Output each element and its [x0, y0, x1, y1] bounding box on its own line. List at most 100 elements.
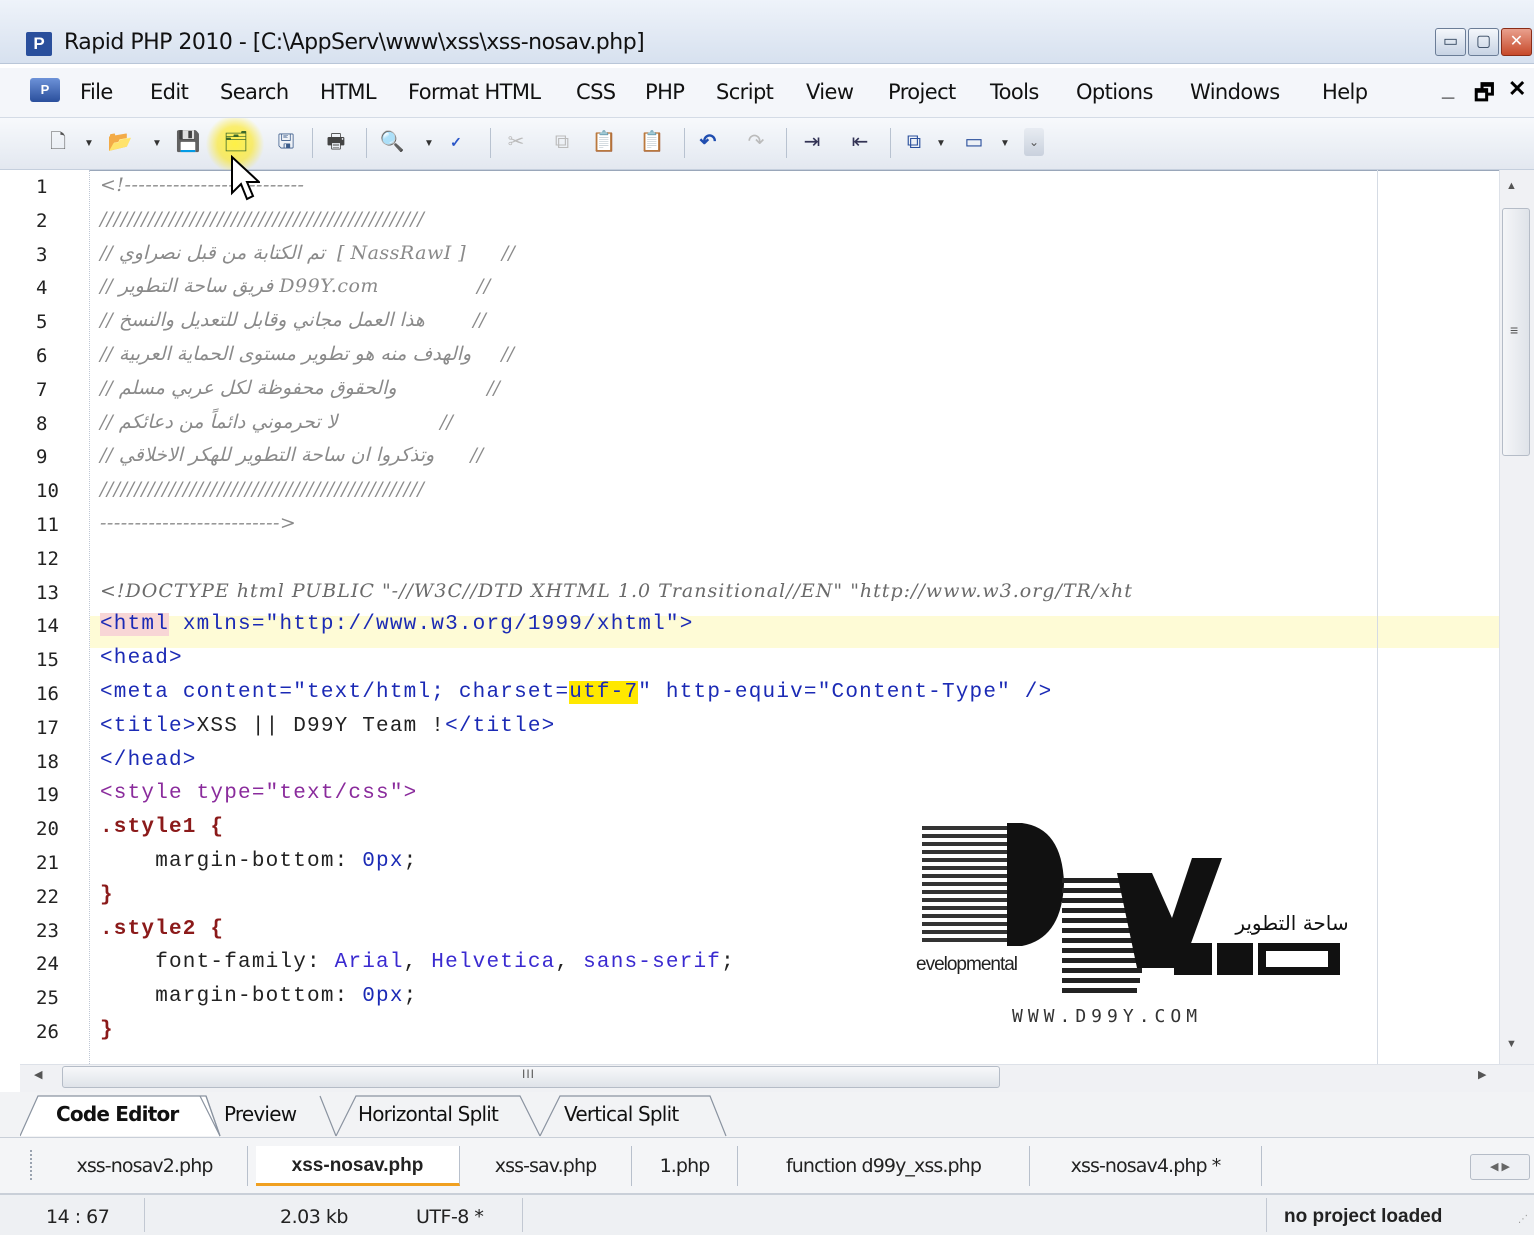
toolbar-separator	[490, 128, 491, 158]
code-line[interactable]: // والحقوق محفوظة لكل عربي مسلم //	[100, 377, 500, 401]
code-line[interactable]: margin-bottom: 0px;	[100, 850, 417, 873]
file-tab[interactable]: xss-nosav4.php *	[1030, 1146, 1262, 1186]
code-line[interactable]: }	[100, 884, 114, 907]
code-line[interactable]: }	[100, 1019, 114, 1042]
code-line[interactable]: font-family: Arial, Helvetica, sans-seri…	[100, 951, 735, 974]
line-number: 19	[36, 784, 59, 807]
chevron-down-icon[interactable]: ▼	[1000, 138, 1010, 150]
tab-vertical-split[interactable]: Vertical Split	[564, 1102, 679, 1132]
indent-icon[interactable]: ⇥	[798, 128, 826, 156]
chevron-down-icon[interactable]: ▼	[152, 138, 162, 150]
menu-tools[interactable]: Tools	[990, 80, 1039, 104]
mdi-close-icon[interactable]: ✕	[1508, 76, 1526, 102]
scroll-down-icon[interactable]: ▼	[1506, 1038, 1517, 1050]
menu-windows[interactable]: Windows	[1190, 80, 1280, 104]
code-line[interactable]: <!--------------------------	[100, 174, 304, 198]
menu-search[interactable]: Search	[220, 80, 289, 104]
file-tab-active[interactable]: xss-nosav.php	[256, 1146, 460, 1186]
code-line[interactable]: margin-bottom: 0px;	[100, 985, 417, 1008]
chevron-down-icon[interactable]: ▼	[936, 138, 946, 150]
code-line[interactable]: .style2 {	[100, 918, 224, 941]
file-tab[interactable]: xss-sav.php	[460, 1146, 632, 1186]
code-line[interactable]: -------------------------->	[100, 512, 296, 536]
file-tab[interactable]: xss-nosav2.php	[42, 1146, 248, 1186]
menu-html[interactable]: HTML	[320, 80, 377, 104]
line-number: 3	[36, 243, 48, 266]
copy-icon[interactable]: ⧉	[548, 128, 576, 156]
code-line[interactable]: // والهدف منه هو تطوير مستوى الحماية الع…	[100, 343, 514, 367]
window-title: Rapid PHP 2010 - [C:\AppServ\www\xss\xss…	[64, 30, 645, 55]
paste-special-icon[interactable]: 📋	[638, 128, 666, 156]
menu-format-html[interactable]: Format HTML	[408, 80, 541, 104]
menu-help[interactable]: Help	[1322, 80, 1368, 104]
preview-icon[interactable]: 🔍	[378, 128, 406, 156]
menu-php[interactable]: PHP	[645, 80, 685, 104]
file-tab[interactable]: 1.php	[632, 1146, 738, 1186]
tab-code-editor[interactable]: Code Editor	[56, 1102, 179, 1132]
layout-icon[interactable]: ▭	[960, 128, 988, 156]
outdent-icon[interactable]: ⇤	[846, 128, 874, 156]
maximize-icon[interactable]: ▢	[1468, 28, 1499, 56]
code-line[interactable]: <head>	[100, 647, 183, 670]
toolbar-separator	[786, 128, 787, 158]
minimize-icon[interactable]: ▭	[1435, 28, 1466, 56]
document-icon[interactable]: P	[30, 78, 60, 102]
mdi-restore-icon[interactable]: 🗗	[1474, 76, 1495, 114]
print-icon[interactable]: 🖶	[322, 128, 350, 156]
code-line[interactable]: <html xmlns="http://www.w3.org/1999/xhtm…	[100, 613, 694, 637]
code-line[interactable]: .style1 {	[100, 816, 224, 839]
code-line[interactable]: // تم الكتابة من قبل نصراوي [ NassRawI ]…	[100, 242, 515, 266]
window-icon[interactable]: ⧉	[900, 128, 928, 156]
mdi-minimize-icon[interactable]: _	[1442, 76, 1454, 102]
code-line[interactable]: <style type="text/css">	[100, 782, 417, 805]
undo-icon[interactable]: ↶	[694, 128, 722, 156]
scroll-left-icon[interactable]: ◀	[34, 1068, 42, 1081]
menu-edit[interactable]: Edit	[150, 80, 189, 104]
resize-grip-icon[interactable]: ⋰	[1518, 1214, 1528, 1225]
code-line[interactable]: ////////////////////////////////////////…	[100, 208, 424, 232]
code-line[interactable]: // هذا العمل مجاني وقابل للتعديل والنسخ …	[100, 309, 486, 333]
encoding[interactable]: UTF-8 *	[416, 1206, 484, 1228]
line-number: 12	[36, 547, 59, 570]
code-line[interactable]: // وتذكروا ان ساحة التطوير للهكر الاخلاق…	[100, 444, 483, 468]
open-folder-icon[interactable]: 📂	[106, 128, 134, 156]
tab-scroll-arrows[interactable]: ◀ ▶	[1470, 1154, 1530, 1180]
grip-icon: ≡	[1510, 322, 1519, 338]
tab-horizontal-split[interactable]: Horizontal Split	[358, 1102, 499, 1132]
menu-script[interactable]: Script	[716, 80, 774, 104]
code-line[interactable]: <title>XSS || D99Y Team !</title>	[100, 715, 555, 738]
save-all-icon[interactable]: 🗂	[222, 128, 250, 156]
menu-view[interactable]: View	[806, 80, 854, 104]
file-size: 2.03 kb	[280, 1206, 348, 1228]
save-icon[interactable]: 💾	[174, 128, 202, 156]
menu-file[interactable]: File	[80, 80, 113, 104]
spell-check-icon[interactable]: ✓	[442, 128, 470, 156]
redo-icon[interactable]: ↷	[742, 128, 770, 156]
paste-icon[interactable]: 📋	[590, 128, 618, 156]
tab-preview[interactable]: Preview	[224, 1102, 297, 1132]
close-icon[interactable]: ✕	[1501, 28, 1532, 56]
chevron-down-icon[interactable]: ▼	[424, 138, 434, 150]
code-line[interactable]: // لا تحرموني دائماً من دعائكم //	[100, 411, 453, 435]
code-line[interactable]: <meta content="text/html; charset=utf-7"…	[100, 681, 1052, 704]
save-as-icon[interactable]: 🖫	[272, 128, 300, 156]
scroll-right-icon[interactable]: ▶	[1478, 1068, 1486, 1081]
menu-project[interactable]: Project	[888, 80, 956, 104]
cut-icon[interactable]: ✂	[502, 128, 530, 156]
toolbar-separator	[312, 128, 313, 158]
file-tab[interactable]: function d99y_xss.php	[738, 1146, 1030, 1186]
cursor-position: 14 : 67	[46, 1206, 110, 1228]
code-line[interactable]: <!DOCTYPE html PUBLIC "-//W3C//DTD XHTML…	[100, 580, 1133, 604]
code-line[interactable]: ////////////////////////////////////////…	[100, 478, 424, 502]
line-number: 1	[36, 176, 48, 198]
new-file-icon[interactable]: 🗋	[44, 128, 72, 156]
line-number: 11	[36, 514, 59, 536]
menu-css[interactable]: CSS	[576, 80, 616, 104]
toolbar-overflow-icon[interactable]: ⌄	[1024, 128, 1044, 156]
code-line[interactable]: </head>	[100, 749, 197, 772]
menu-options[interactable]: Options	[1076, 80, 1153, 104]
line-number: 24	[36, 953, 59, 976]
scroll-up-icon[interactable]: ▲	[1506, 180, 1517, 192]
code-line[interactable]: // فريق ساحة التطوير D99Y.com //	[100, 275, 491, 299]
chevron-down-icon[interactable]: ▼	[84, 138, 94, 150]
